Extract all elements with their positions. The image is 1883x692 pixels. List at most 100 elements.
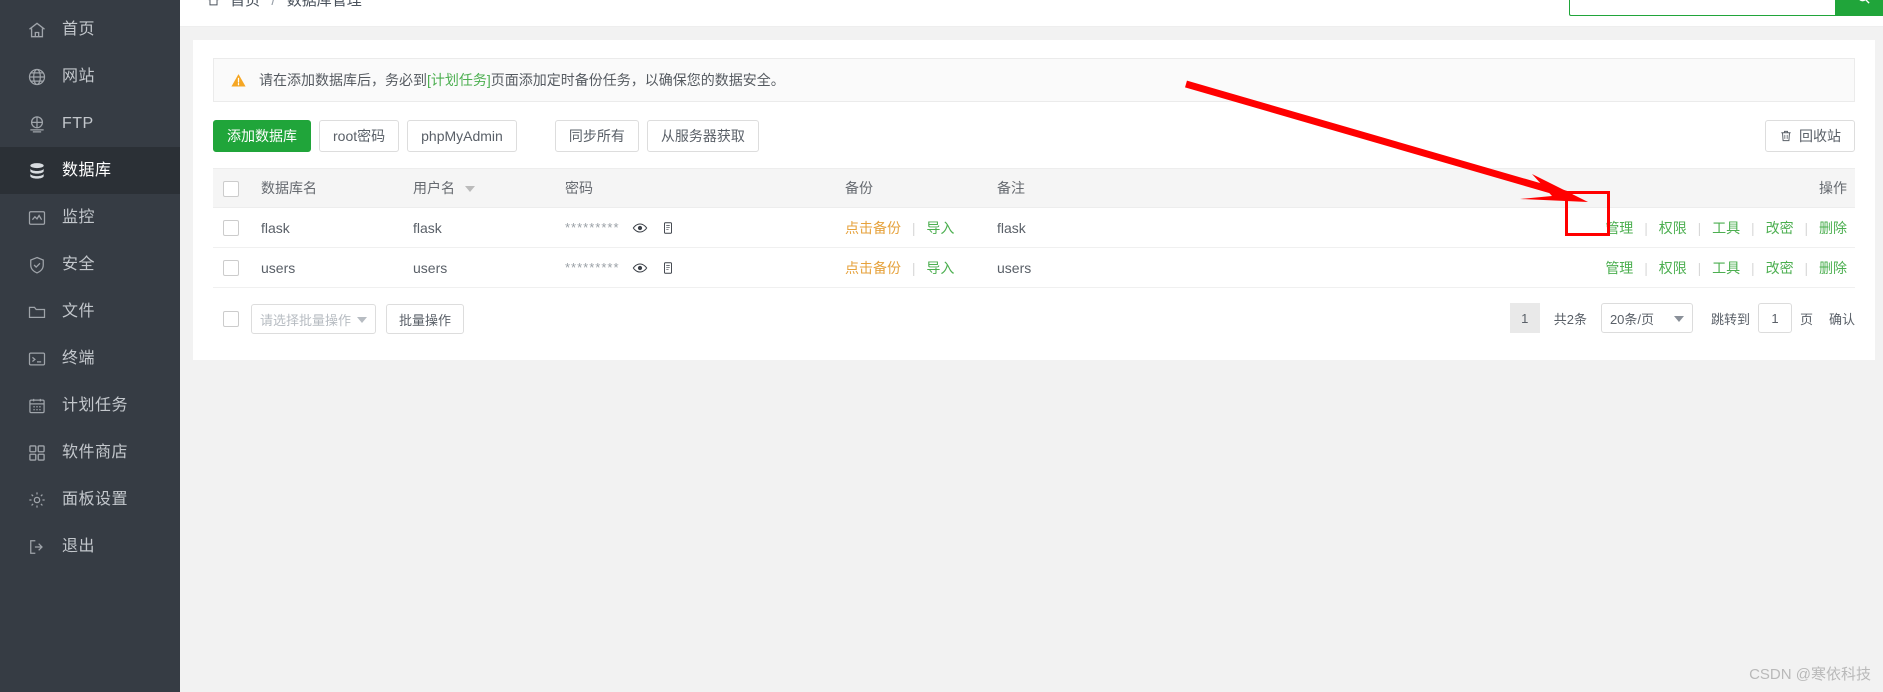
action-permission[interactable]: 权限 <box>1659 220 1687 236</box>
header-user-name-label: 用户名 <box>413 180 455 196</box>
sidebar-item-security[interactable]: 安全 <box>0 241 180 288</box>
sidebar-item-monitor[interactable]: 监控 <box>0 194 180 241</box>
app-root: 首页 网站 FTP 数据库 监控 安全 文件 终端 计划任务 软件商店 面板设置… <box>0 0 1883 692</box>
sidebar-item-cron[interactable]: 计划任务 <box>0 382 180 429</box>
table-row: users users ********* 点击备份 | 导入 users 管理… <box>213 247 1855 288</box>
chevron-down-icon <box>357 317 367 323</box>
select-all-checkbox[interactable] <box>223 180 239 197</box>
batch-action-button[interactable]: 批量操作 <box>386 304 465 334</box>
footer-select-all-checkbox[interactable] <box>223 311 239 327</box>
sidebar-item-database[interactable]: 数据库 <box>0 147 180 194</box>
sidebar-item-terminal[interactable]: 终端 <box>0 335 180 382</box>
sidebar-item-files[interactable]: 文件 <box>0 288 180 335</box>
page-size-value: 20条/页 <box>1609 311 1655 327</box>
action-tools[interactable]: 工具 <box>1712 220 1740 236</box>
cell-remark[interactable]: users <box>991 247 1411 288</box>
sidebar-item-label: 首页 <box>62 20 96 38</box>
header-select-all <box>213 168 255 208</box>
jump-page-input[interactable] <box>1757 303 1792 333</box>
home-icon <box>24 19 50 41</box>
sidebar-item-label: 监控 <box>62 208 96 226</box>
eye-icon[interactable] <box>632 220 648 236</box>
notice-text-after: 页面添加定时备份任务，以确保您的数据安全。 <box>490 72 785 88</box>
recycle-bin-button[interactable]: 回收站 <box>1765 120 1855 152</box>
footer-select-all-wrap <box>213 311 239 327</box>
header-db-name: 数据库名 <box>255 168 407 208</box>
sidebar-item-ftp[interactable]: FTP <box>0 100 180 147</box>
header-user-name[interactable]: 用户名 <box>407 168 559 208</box>
sidebar-item-label: 网站 <box>62 67 96 85</box>
batch-action-select[interactable]: 请选择批量操作 <box>251 304 376 334</box>
eye-icon[interactable] <box>632 260 648 276</box>
apps-icon <box>24 442 50 464</box>
separator: | <box>1697 259 1702 276</box>
confirm-button[interactable]: 确认 <box>1829 309 1855 328</box>
cell-backup: 点击备份 | 导入 <box>839 207 991 248</box>
separator: | <box>911 259 916 276</box>
sidebar-item-label: 计划任务 <box>62 396 129 414</box>
row-checkbox[interactable] <box>223 260 239 277</box>
action-delete[interactable]: 删除 <box>1819 260 1847 276</box>
sidebar-item-label: 安全 <box>62 255 96 273</box>
action-manage[interactable]: 管理 <box>1605 220 1633 236</box>
sidebar-item-website[interactable]: 网站 <box>0 53 180 100</box>
backup-link[interactable]: 点击备份 <box>845 220 901 236</box>
cell-db-name: flask <box>255 207 407 248</box>
breadcrumb-home[interactable]: 首页 <box>230 0 260 9</box>
page-number-1[interactable]: 1 <box>1509 303 1540 333</box>
action-tools[interactable]: 工具 <box>1712 260 1740 276</box>
separator: | <box>1804 259 1809 276</box>
separator: | <box>1804 219 1809 236</box>
logout-icon <box>24 536 50 558</box>
home-small-icon <box>207 0 220 11</box>
action-manage[interactable]: 管理 <box>1605 260 1633 276</box>
cell-actions: 管理 | 权限 | 工具 | 改密 | 删除 <box>1411 207 1855 248</box>
action-delete[interactable]: 删除 <box>1819 220 1847 236</box>
action-change-password[interactable]: 改密 <box>1766 260 1794 276</box>
sync-all-button[interactable]: 同步所有 <box>554 120 639 152</box>
search-input[interactable] <box>1569 0 1835 16</box>
fetch-from-server-button[interactable]: 从服务器获取 <box>646 120 759 152</box>
page-size-select[interactable]: 20条/页 <box>1600 303 1693 333</box>
notice-text-before: 请在添加数据库后，务必到 <box>259 72 427 88</box>
root-password-button[interactable]: root密码 <box>319 120 400 152</box>
import-link[interactable]: 导入 <box>926 260 954 276</box>
sidebar-item-app-store[interactable]: 软件商店 <box>0 429 180 476</box>
table-row: flask flask ********* 点击备份 | 导入 flask 管理… <box>213 207 1855 248</box>
cell-remark[interactable]: flask <box>991 207 1411 248</box>
monitor-icon <box>24 207 50 229</box>
search-icon <box>1856 0 1871 10</box>
sidebar-item-label: 软件商店 <box>62 443 129 461</box>
search-button[interactable] <box>1835 0 1883 16</box>
folder-icon <box>24 301 50 323</box>
copy-icon[interactable] <box>661 260 675 276</box>
row-checkbox[interactable] <box>223 220 239 237</box>
add-database-button[interactable]: 添加数据库 <box>213 120 311 152</box>
main-content: 首页 / 数据库管理 请在添加数据库后，务必到 [计划任务] 页面添加定时备份任… <box>180 0 1883 692</box>
pagination: 1 共2条 20条/页 跳转到 页 确认 <box>1509 303 1855 333</box>
separator: | <box>1644 219 1648 236</box>
calendar-icon <box>24 395 50 417</box>
notice-link-cron[interactable]: [计划任务] <box>427 70 491 90</box>
sidebar-item-panel-settings[interactable]: 面板设置 <box>0 476 180 523</box>
import-link[interactable]: 导入 <box>926 220 954 236</box>
separator: | <box>911 219 916 236</box>
action-change-password[interactable]: 改密 <box>1766 220 1794 236</box>
header-password: 密码 <box>559 168 839 208</box>
jump-label: 跳转到 <box>1710 311 1750 327</box>
sidebar-item-label: 终端 <box>62 349 96 367</box>
sidebar-item-logout[interactable]: 退出 <box>0 523 180 570</box>
breadcrumb: 首页 / 数据库管理 <box>207 0 362 11</box>
ftp-icon <box>24 113 50 135</box>
notice-bar: 请在添加数据库后，务必到 [计划任务] 页面添加定时备份任务，以确保您的数据安全… <box>213 58 1855 102</box>
header-action: 操作 <box>1411 168 1855 208</box>
action-permission[interactable]: 权限 <box>1659 260 1687 276</box>
copy-icon[interactable] <box>661 220 675 236</box>
phpmyadmin-button[interactable]: phpMyAdmin <box>407 120 517 152</box>
chevron-down-icon[interactable] <box>464 186 475 193</box>
backup-link[interactable]: 点击备份 <box>845 260 901 276</box>
sidebar-item-home[interactable]: 首页 <box>0 6 180 53</box>
recycle-bin-label: 回收站 <box>1799 128 1841 144</box>
watermark: CSDN @寒依科技 <box>1749 666 1871 683</box>
sidebar-item-label: 数据库 <box>62 161 112 179</box>
